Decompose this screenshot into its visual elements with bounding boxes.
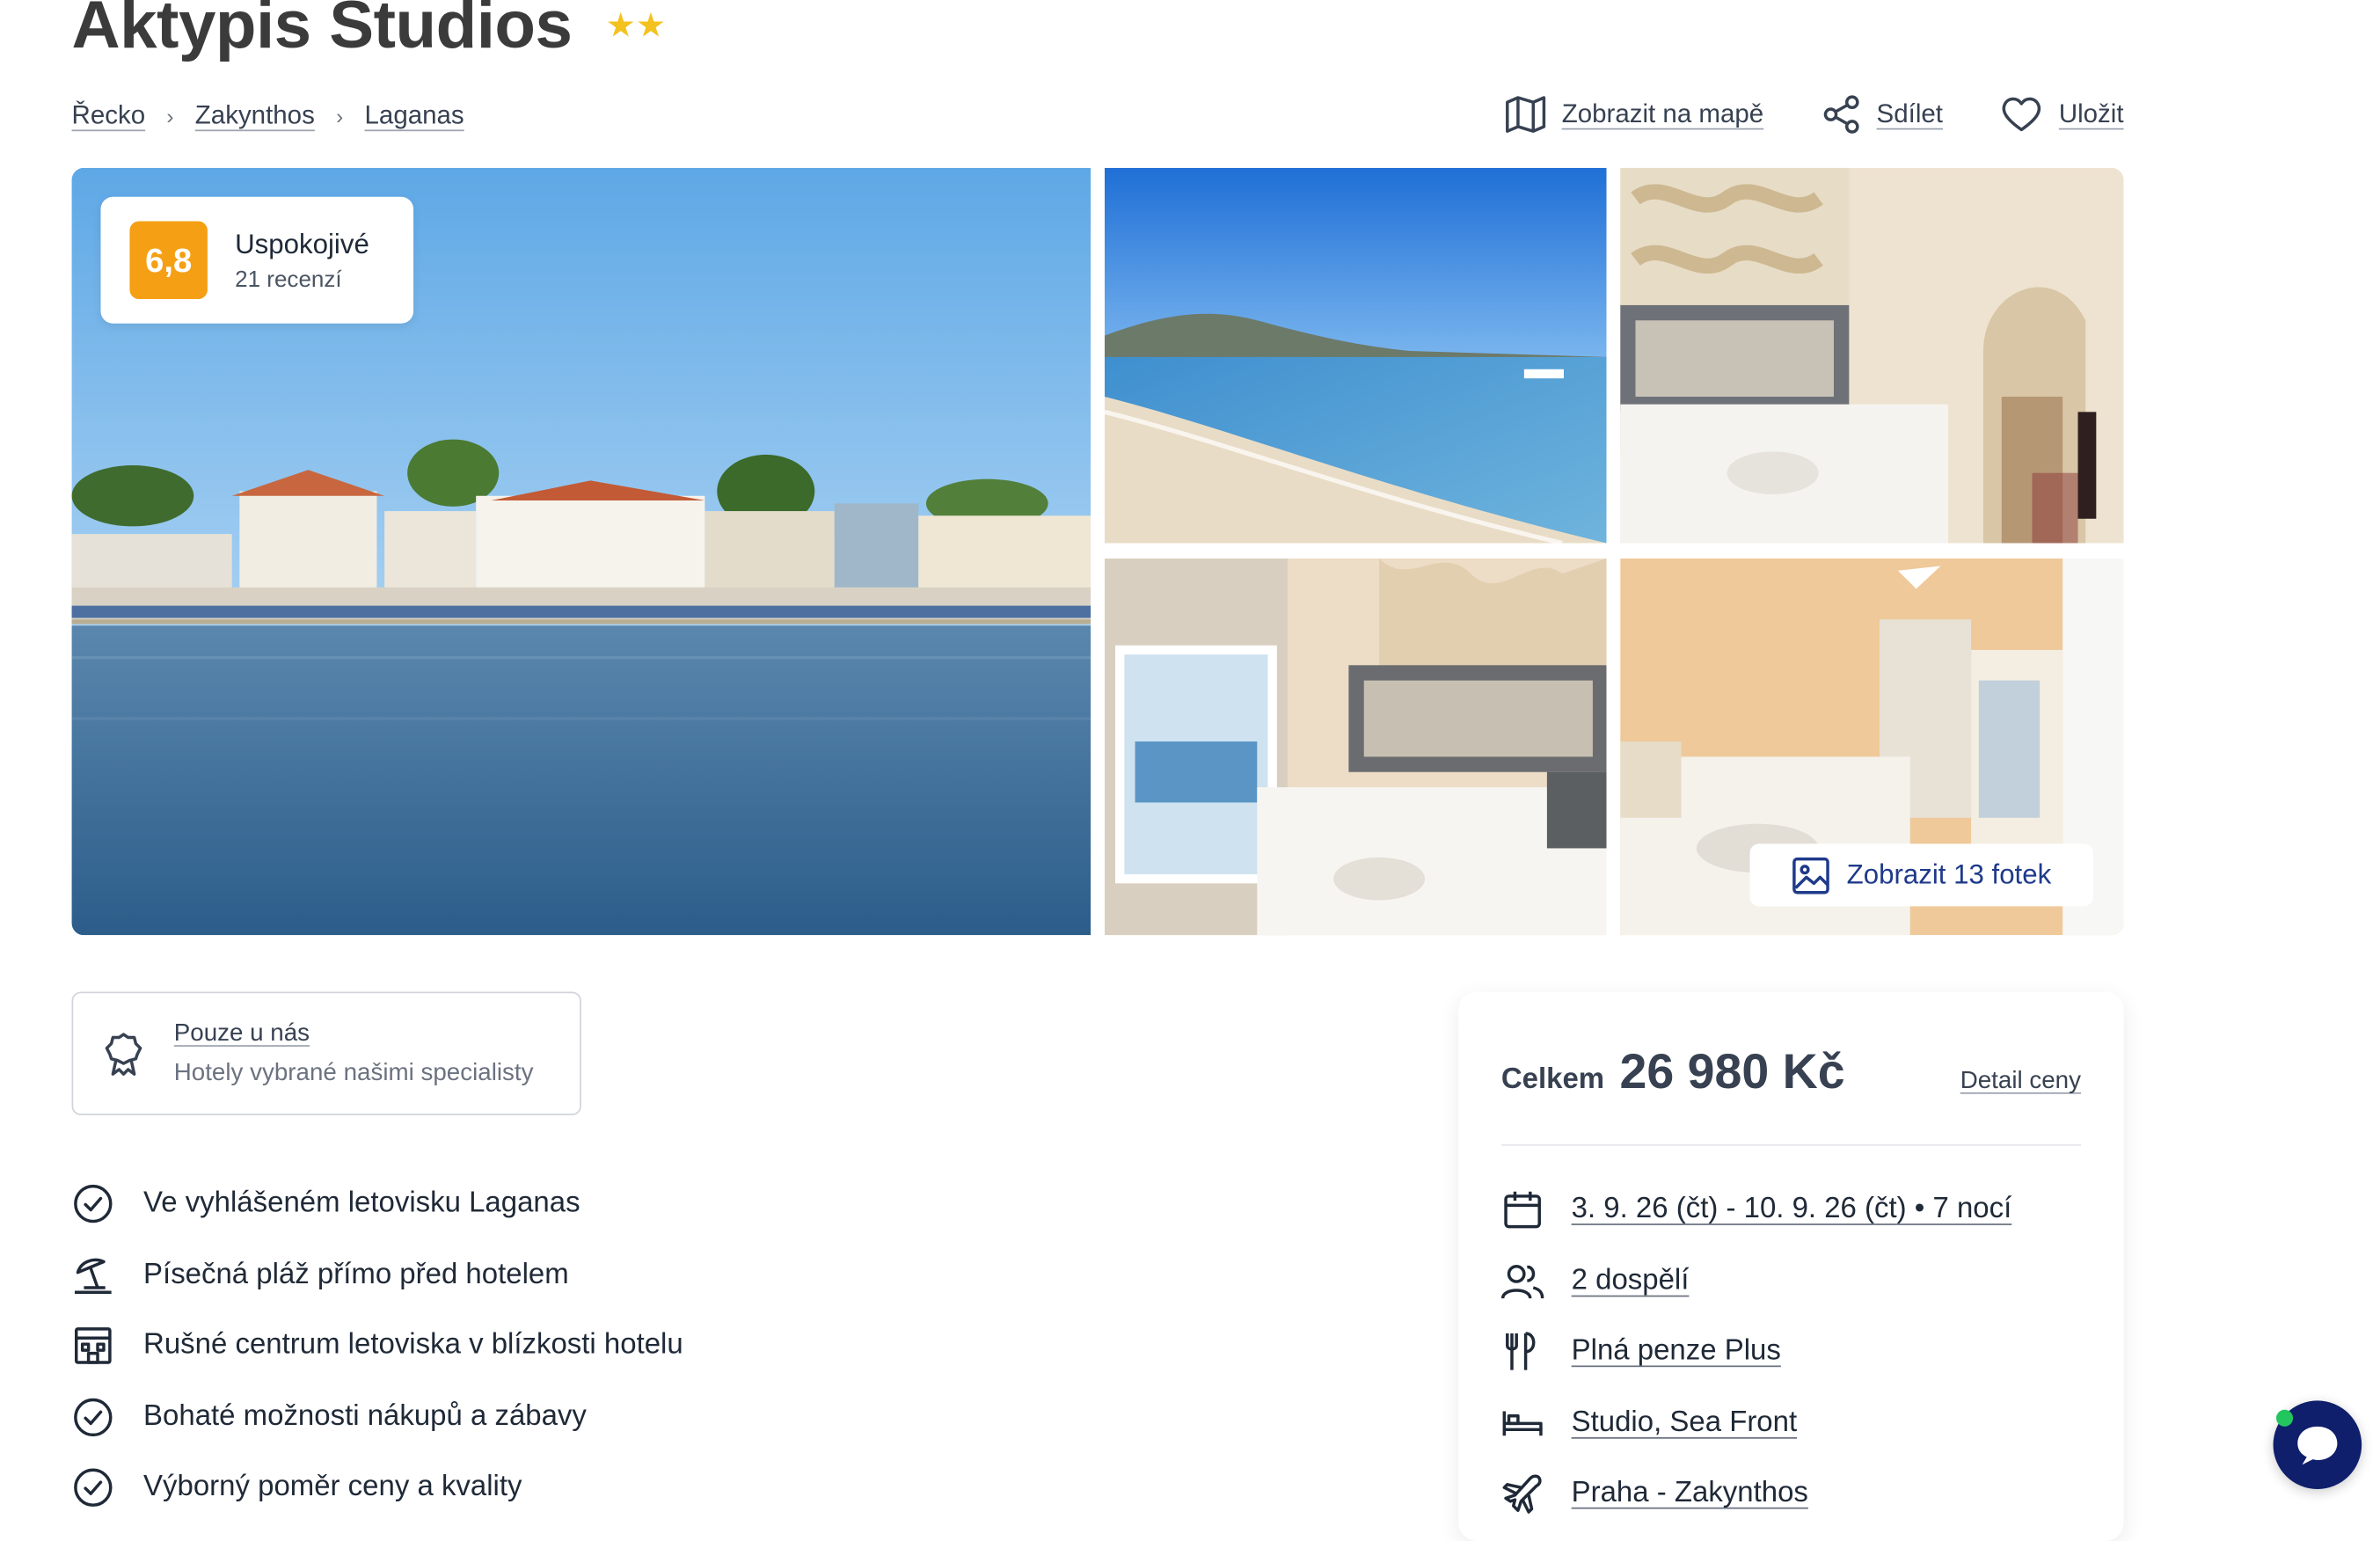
show-on-map-label: Zobrazit na mapě bbox=[1561, 99, 1764, 128]
exclusive-title: Pouze u nás bbox=[173, 1019, 310, 1047]
save-button[interactable]: Uložit bbox=[2001, 95, 2124, 135]
check-circle-icon bbox=[72, 1183, 115, 1226]
breadcrumb-item-resort[interactable]: Laganas bbox=[365, 100, 464, 131]
divider bbox=[1500, 1143, 2081, 1146]
chat-button[interactable] bbox=[2273, 1400, 2362, 1489]
breadcrumb: Řecko › Zakynthos › Laganas bbox=[72, 100, 464, 131]
beach-umbrella-icon bbox=[72, 1253, 115, 1296]
image-icon bbox=[1792, 856, 1830, 894]
exclusive-badge[interactable]: Pouze u nás Hotely vybrané našimi specia… bbox=[71, 991, 581, 1115]
rating-label: Uspokojivé bbox=[235, 228, 369, 259]
photo-room-3[interactable]: Zobrazit 13 fotek bbox=[1620, 558, 2124, 936]
main-photo-harbor[interactable]: 6,8 Uspokojivé 21 recenzí bbox=[71, 167, 1091, 936]
booking-board[interactable]: Plná penze Plus bbox=[1501, 1317, 2081, 1388]
booking-room-text: Studio, Sea Front bbox=[1571, 1406, 1798, 1439]
booking-travellers-text: 2 dospělí bbox=[1571, 1264, 1690, 1296]
check-circle-icon bbox=[72, 1396, 115, 1439]
booking-flight-text: Praha - Zakynthos bbox=[1571, 1477, 1808, 1509]
hotel-title: Aktypis Studios bbox=[71, 0, 573, 63]
photo-room-1[interactable] bbox=[1620, 167, 2124, 544]
feature-item: Písečná pláž přímo před hotelem bbox=[72, 1239, 683, 1311]
total-label: Celkem bbox=[1500, 1063, 1605, 1096]
review-count: 21 recenzí bbox=[235, 266, 342, 293]
map-icon bbox=[1505, 96, 1545, 133]
online-status-dot bbox=[2276, 1409, 2294, 1427]
check-circle-icon bbox=[72, 1466, 115, 1509]
feature-text: Bohaté možnosti nákupů a zábavy bbox=[143, 1399, 587, 1433]
feature-text: Výborný poměr ceny a kvality bbox=[143, 1471, 522, 1504]
price-detail-link[interactable]: Detail ceny bbox=[1960, 1068, 2081, 1095]
feature-item: Rušné centrum letoviska v blízkosti hote… bbox=[72, 1311, 683, 1382]
star-rating: ★★ bbox=[605, 5, 667, 45]
booking-room[interactable]: Studio, Sea Front bbox=[1501, 1388, 2081, 1459]
people-icon bbox=[1500, 1260, 1544, 1303]
photo-room-2[interactable] bbox=[1104, 558, 1607, 936]
heart-icon bbox=[2003, 97, 2041, 132]
show-all-photos-label: Zobrazit 13 fotek bbox=[1846, 858, 2052, 890]
save-label: Uložit bbox=[2058, 99, 2124, 128]
feature-text: Ve vyhlášeném letovisku Laganas bbox=[143, 1187, 580, 1220]
booking-dates-text: 3. 9. 26 (čt) - 10. 9. 26 (čt) • 7 nocí bbox=[1571, 1193, 2012, 1226]
rating-score-badge: 6,8 bbox=[129, 221, 208, 299]
cutlery-icon bbox=[1501, 1331, 1544, 1374]
feature-item: Výborný poměr ceny a kvality bbox=[72, 1452, 683, 1523]
hotel-features-list: Ve vyhlášeném letovisku Laganas Písečná … bbox=[72, 1169, 683, 1523]
show-all-photos-button[interactable]: Zobrazit 13 fotek bbox=[1749, 844, 2093, 907]
breadcrumb-item-country[interactable]: Řecko bbox=[72, 100, 146, 131]
total-price: 26 980 Kč bbox=[1619, 1043, 1845, 1099]
share-button[interactable]: Sdílet bbox=[1822, 95, 1943, 135]
booking-board-text: Plná penze Plus bbox=[1571, 1335, 1781, 1368]
bed-icon bbox=[1501, 1402, 1544, 1445]
award-icon bbox=[105, 1032, 142, 1076]
rating-card[interactable]: 6,8 Uspokojivé 21 recenzí bbox=[100, 196, 414, 324]
show-on-map-button[interactable]: Zobrazit na mapě bbox=[1504, 95, 1763, 135]
booking-summary-card: Celkem 26 980 Kč Detail ceny 3. 9. 26 (č… bbox=[1458, 991, 2124, 1541]
calendar-icon bbox=[1501, 1189, 1544, 1232]
feature-item: Bohaté možnosti nákupů a zábavy bbox=[72, 1382, 683, 1453]
share-icon bbox=[1823, 95, 1859, 134]
chat-bubble-icon bbox=[2297, 1426, 2338, 1465]
booking-flight[interactable]: Praha - Zakynthos bbox=[1501, 1458, 2081, 1530]
chevron-right-icon: › bbox=[336, 103, 344, 128]
exclusive-subtitle: Hotely vybrané našimi specialisty bbox=[173, 1059, 534, 1086]
photo-beach[interactable] bbox=[1104, 167, 1607, 544]
share-label: Sdílet bbox=[1876, 99, 1943, 128]
feature-text: Písečná pláž přímo před hotelem bbox=[143, 1258, 569, 1291]
chevron-right-icon: › bbox=[166, 103, 174, 128]
plane-icon bbox=[1501, 1472, 1544, 1515]
hotel-actions: Zobrazit na mapě Sdílet Uložit bbox=[1504, 95, 2124, 135]
booking-travellers[interactable]: 2 dospělí bbox=[1500, 1245, 2081, 1317]
building-icon bbox=[72, 1325, 115, 1368]
feature-item: Ve vyhlášeném letovisku Laganas bbox=[72, 1169, 683, 1240]
booking-dates[interactable]: 3. 9. 26 (čt) - 10. 9. 26 (čt) • 7 nocí bbox=[1501, 1175, 2081, 1246]
photo-gallery: 6,8 Uspokojivé 21 recenzí Zobrazit 13 fo… bbox=[71, 167, 2124, 936]
breadcrumb-item-region[interactable]: Zakynthos bbox=[195, 100, 315, 131]
feature-text: Rušné centrum letoviska v blízkosti hote… bbox=[143, 1329, 683, 1362]
